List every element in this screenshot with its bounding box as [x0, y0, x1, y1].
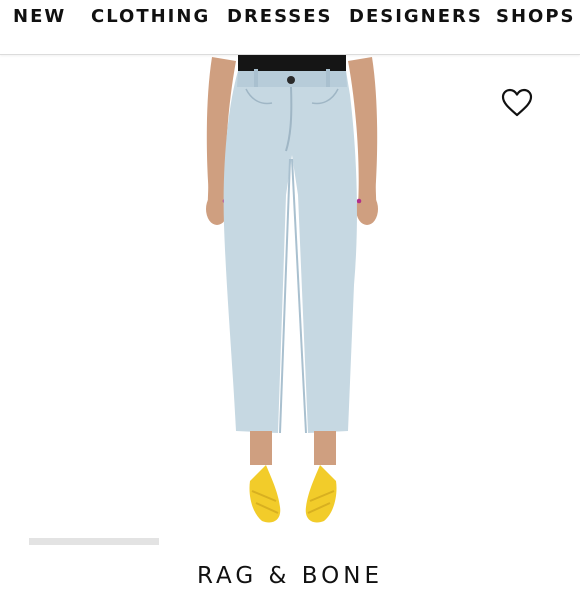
nav-item-new[interactable]: NEW [13, 6, 66, 27]
right-heel-shoe [305, 465, 337, 523]
product-image[interactable] [0, 55, 580, 555]
belt-loop [254, 69, 258, 87]
nav-item-designers[interactable]: DESIGNERS [349, 6, 483, 27]
product-brand[interactable]: RAG & BONE [0, 563, 580, 589]
belt-loop [326, 69, 330, 87]
nav-item-dresses[interactable]: DRESSES [227, 6, 332, 27]
top-navigation: NEW CLOTHING DRESSES DESIGNERS SHOPS [0, 0, 580, 55]
nav-item-shops[interactable]: SHOPS [496, 6, 576, 27]
heart-outline-icon [501, 88, 533, 117]
nav-item-clothing[interactable]: CLOTHING [91, 6, 210, 27]
nail-polish [356, 198, 362, 204]
model-right-hand [356, 193, 378, 225]
jeans-button [287, 76, 295, 84]
image-carousel-indicator[interactable] [29, 538, 159, 545]
left-heel-shoe [249, 465, 281, 523]
wishlist-button[interactable] [501, 88, 533, 118]
model-right-ankle [314, 431, 336, 465]
model-left-ankle [250, 431, 272, 465]
